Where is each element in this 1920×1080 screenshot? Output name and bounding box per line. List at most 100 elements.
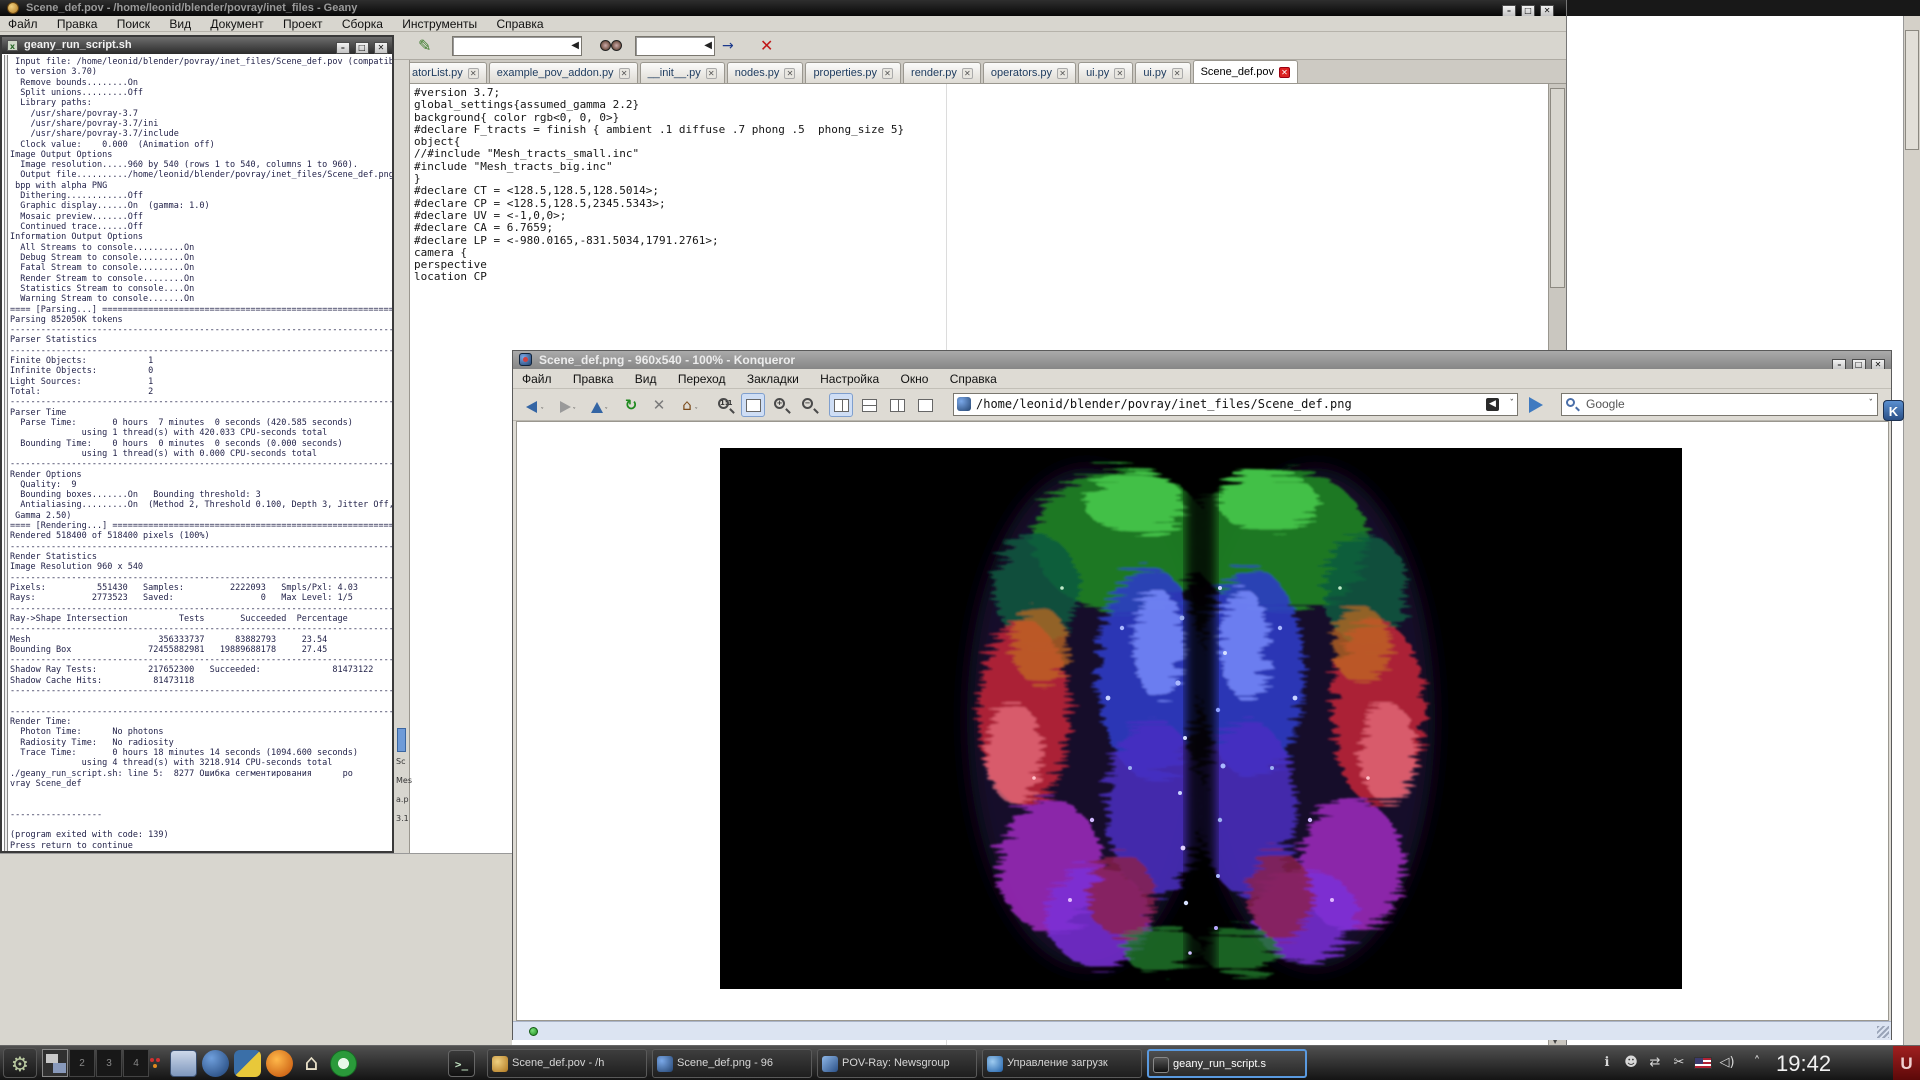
menu-edit[interactable]: Правка (57, 17, 98, 31)
launcher-terminal-icon[interactable]: >_ (448, 1050, 475, 1077)
tab-close-icon[interactable]: ✕ (784, 68, 795, 79)
taskbar-clock[interactable]: 19:42 (1776, 1050, 1831, 1078)
k-menu-button[interactable]: ⚙ (3, 1048, 37, 1078)
tray-expand-icon[interactable]: ˄ (1748, 1054, 1766, 1072)
konqueror-gear-icon[interactable]: K (1883, 400, 1904, 421)
menu-build[interactable]: Сборка (342, 17, 383, 31)
sidebar-scrollbar-handle[interactable] (397, 728, 406, 752)
stop-icon[interactable]: ✕ (647, 393, 671, 417)
task-geany-run-script[interactable]: geany_run_script.s (1147, 1049, 1307, 1078)
goto-line-input[interactable]: ◀ (635, 36, 715, 56)
launcher-eye-icon[interactable] (330, 1050, 357, 1077)
keyboard-layout-flag-icon[interactable] (1694, 1057, 1712, 1069)
quit-icon[interactable]: ✕ (760, 35, 773, 57)
image-view[interactable] (516, 421, 1889, 1021)
menu-search[interactable]: Поиск (117, 17, 150, 31)
tray-user-icon[interactable]: ☻ (1622, 1054, 1640, 1072)
jump-to-icon[interactable]: → (722, 36, 734, 56)
clear-icon[interactable]: ◀ (571, 40, 579, 52)
tab-close-icon[interactable]: ✕ (1114, 68, 1125, 79)
pager-desktop-3[interactable]: 3 (96, 1049, 122, 1077)
launcher-konqueror-icon[interactable] (202, 1050, 229, 1077)
tray-clipboard-icon[interactable]: ✂ (1670, 1054, 1688, 1072)
tab-close-icon[interactable]: ✕ (882, 68, 893, 79)
zoom-out-icon[interactable]: − (797, 393, 821, 417)
tab-ui-2[interactable]: ui.py✕ (1135, 62, 1190, 83)
tab-example-pov-addon[interactable]: example_pov_addon.py✕ (489, 62, 638, 83)
launcher-documents-icon[interactable] (170, 1050, 197, 1077)
launcher-firefox-icon[interactable] (266, 1050, 293, 1077)
tab-operators[interactable]: operators.py✕ (983, 62, 1076, 83)
konqueror-titlebar[interactable]: Scene_def.png - 960x540 - 100% - Konquer… (513, 351, 1891, 369)
tab-nodes[interactable]: nodes.py✕ (727, 62, 804, 83)
single-view-icon[interactable] (829, 393, 853, 417)
scrollbar-handle[interactable] (1905, 30, 1919, 150)
zoom-in-icon[interactable]: + (769, 393, 793, 417)
task-konqueror-scene-def-png[interactable]: Scene_def.png - 96 (652, 1049, 812, 1078)
menu-help[interactable]: Справка (496, 17, 543, 31)
tab-close-icon[interactable]: ✕ (1057, 68, 1068, 79)
task-download-manager[interactable]: Управление загрузк (982, 1049, 1142, 1078)
minimize-icon[interactable]: – (336, 42, 350, 54)
menu-tools[interactable]: Инструменты (402, 17, 477, 31)
up-icon[interactable]: ˇ (585, 393, 609, 417)
tab-atorlist[interactable]: atorList.py✕ (404, 62, 487, 83)
menu-help[interactable]: Справка (950, 372, 997, 386)
menu-bookmarks[interactable]: Закладки (747, 372, 799, 386)
forward-icon[interactable]: ˇ (553, 393, 577, 417)
close-icon[interactable]: ✕ (374, 42, 388, 54)
search-bar[interactable]: Google ˇ (1561, 393, 1878, 416)
split-rows-icon[interactable] (857, 393, 881, 417)
tray-network-icon[interactable]: ⇄ (1646, 1054, 1664, 1072)
tab-init[interactable]: __init__.py✕ (640, 62, 725, 83)
tab-close-icon[interactable]: ✕ (1172, 68, 1183, 79)
tab-scene-def-pov[interactable]: Scene_def.pov✕ (1193, 60, 1298, 83)
find-icon[interactable] (600, 40, 622, 52)
tab-close-icon[interactable]: ✕ (619, 68, 630, 79)
pager-desktop-4[interactable]: 4 (123, 1049, 149, 1077)
task-geany-scene-def-pov[interactable]: Scene_def.pov - /h (487, 1049, 647, 1078)
tab-render[interactable]: render.py✕ (903, 62, 981, 83)
corner-lock-button[interactable]: U (1893, 1046, 1920, 1080)
menu-view[interactable]: Вид (635, 372, 657, 386)
menu-project[interactable]: Проект (283, 17, 323, 31)
task-povray-newsgroup[interactable]: POV-Ray: Newsgroup (817, 1049, 977, 1078)
back-icon[interactable]: ˇ (521, 393, 545, 417)
detach-view-icon[interactable] (913, 393, 937, 417)
clear-location-icon[interactable]: ◀ (1486, 398, 1499, 411)
chevron-down-icon[interactable]: ˇ (1510, 398, 1515, 411)
terminal-scrollbar[interactable] (4, 55, 8, 851)
location-bar[interactable]: /home/leonid/blender/povray/inet_files/S… (953, 393, 1518, 416)
tab-close-icon[interactable]: ✕ (468, 68, 479, 79)
menu-file[interactable]: Файл (522, 372, 552, 386)
background-scrollbar[interactable] (1903, 16, 1920, 1045)
pager-desktop-2[interactable]: 2 (69, 1049, 95, 1077)
tab-properties[interactable]: properties.py✕ (805, 62, 901, 83)
tray-info-icon[interactable]: ℹ (1598, 1054, 1616, 1072)
menu-edit[interactable]: Правка (573, 372, 614, 386)
menu-file[interactable]: Файл (8, 17, 38, 31)
pager-desktop-1[interactable] (42, 1049, 68, 1077)
terminal-output[interactable]: Input file: /home/leonid/blender/povray/… (10, 57, 392, 849)
tab-close-icon[interactable]: ✕ (1279, 67, 1290, 78)
scrollbar-handle[interactable] (1550, 88, 1565, 288)
reload-icon[interactable]: ↻ (619, 393, 643, 417)
maximize-icon[interactable]: □ (355, 42, 369, 54)
home-icon[interactable]: ⌂ˇ (675, 393, 699, 417)
menu-view[interactable]: Вид (169, 17, 191, 31)
resize-grip[interactable] (1877, 1026, 1889, 1038)
compile-icon[interactable]: ✎ (418, 36, 431, 56)
menu-settings[interactable]: Настройка (820, 372, 879, 386)
go-icon[interactable] (1529, 397, 1543, 413)
tray-volume-icon[interactable]: ◁) (1718, 1054, 1736, 1072)
tab-close-icon[interactable]: ✕ (706, 68, 717, 79)
menu-window[interactable]: Окно (901, 372, 929, 386)
tab-ui-1[interactable]: ui.py✕ (1078, 62, 1133, 83)
clear-icon[interactable]: ◀ (704, 40, 712, 52)
launcher-python-icon[interactable] (234, 1050, 261, 1077)
launcher-home-icon[interactable]: ⌂ (298, 1050, 325, 1077)
split-columns-icon[interactable] (885, 393, 909, 417)
menu-document[interactable]: Документ (210, 17, 263, 31)
tab-close-icon[interactable]: ✕ (962, 68, 973, 79)
fit-to-page-icon[interactable] (741, 393, 765, 417)
